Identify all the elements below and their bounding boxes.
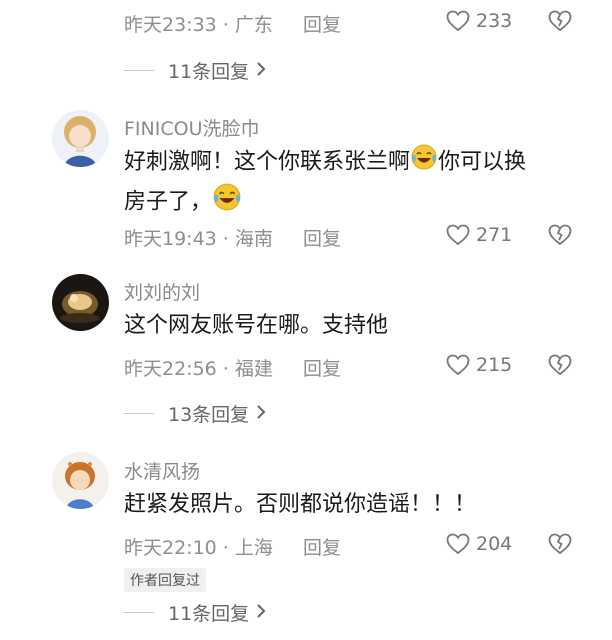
author-replied-badge: 作者回复过 [124, 568, 206, 592]
comment-time: 昨天23:33 · 广东 [124, 14, 273, 36]
username[interactable]: FINICOU洗脸巾 [124, 114, 259, 141]
divider [124, 413, 154, 414]
like-button[interactable]: 215 [446, 354, 512, 376]
more-replies-label: 13条回复 [168, 404, 250, 426]
comment-time: 昨天19:43 · 海南 [124, 228, 273, 250]
chevron-right-icon [255, 403, 267, 425]
like-button[interactable]: 271 [446, 224, 512, 246]
expand-replies[interactable]: 13条回复 [124, 400, 267, 427]
expand-replies[interactable]: 11条回复 [124, 57, 267, 84]
heart-outline-icon [446, 10, 470, 32]
more-replies-label: 11条回复 [168, 603, 250, 625]
divider [124, 70, 154, 71]
reply-button[interactable]: 回复 [303, 533, 341, 560]
heart-outline-icon [446, 224, 470, 246]
chevron-right-icon [255, 60, 267, 82]
like-count: 215 [476, 354, 513, 376]
broken-heart-icon [548, 354, 572, 376]
like-button[interactable]: 204 [446, 533, 512, 555]
avatar[interactable] [52, 274, 109, 331]
broken-heart-icon [548, 224, 572, 246]
more-replies-label: 11条回复 [168, 61, 250, 83]
broken-heart-icon [548, 533, 572, 555]
username[interactable]: 刘刘的刘 [124, 278, 200, 305]
dislike-button[interactable] [548, 10, 572, 32]
like-count: 204 [476, 533, 513, 555]
like-count: 233 [476, 10, 513, 32]
comment-text: 赶紧发照片。否则都说你造谣！！！ [124, 492, 477, 517]
like-count: 271 [476, 224, 513, 246]
reply-button[interactable]: 回复 [303, 354, 341, 381]
chevron-right-icon [255, 602, 267, 624]
avatar[interactable] [52, 452, 109, 509]
reply-button[interactable]: 回复 [303, 10, 341, 37]
comment-time: 昨天22:56 · 福建 [124, 358, 273, 380]
heart-outline-icon [446, 354, 470, 376]
divider [124, 612, 154, 613]
broken-heart-icon [548, 10, 572, 32]
expand-replies[interactable]: 11条回复 [124, 599, 267, 626]
laughing-crying-emoji-icon [212, 182, 242, 223]
reply-button[interactable]: 回复 [303, 224, 341, 251]
comment-text: 好刺激啊！这个你联系张兰啊 你可以换 房子了， [124, 143, 594, 223]
avatar[interactable] [52, 110, 109, 167]
username[interactable]: 水清风扬 [124, 457, 200, 484]
comment-text: 这个网友账号在哪。支持他 [124, 313, 389, 338]
dislike-button[interactable] [548, 224, 572, 246]
comment-time: 昨天22:10 · 上海 [124, 537, 273, 559]
dislike-button[interactable] [548, 354, 572, 376]
heart-outline-icon [446, 533, 470, 555]
dislike-button[interactable] [548, 533, 572, 555]
laughing-crying-emoji-icon [410, 143, 438, 182]
like-button[interactable]: 233 [446, 10, 512, 32]
